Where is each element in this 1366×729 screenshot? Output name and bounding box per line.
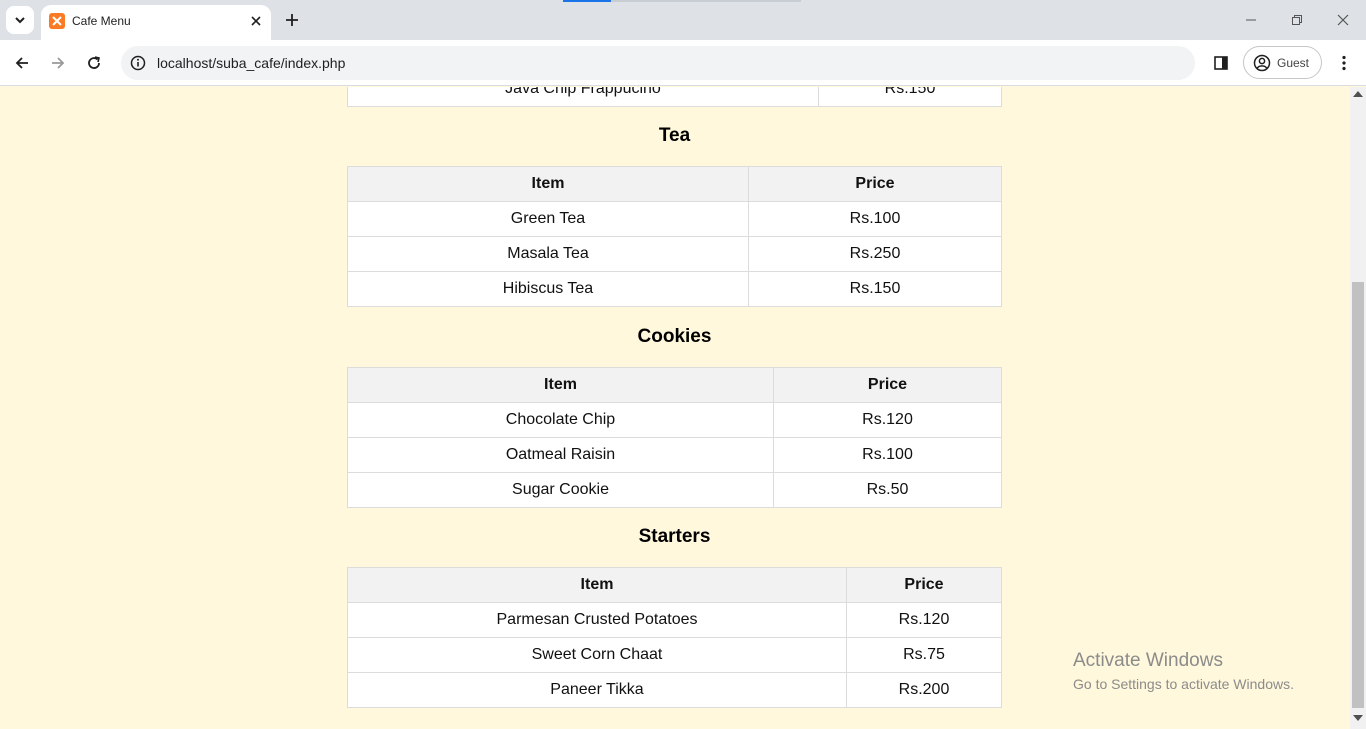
scroll-up-icon[interactable] — [1353, 91, 1363, 97]
table-row: Sugar Cookie Rs.50 — [347, 472, 1002, 508]
profile-button[interactable]: Guest — [1243, 46, 1322, 79]
table-row: Green Tea Rs.100 — [347, 201, 1002, 237]
table-row: Parmesan Crusted Potatoes Rs.120 — [347, 602, 1002, 638]
item-cell: Parmesan Crusted Potatoes — [347, 602, 847, 638]
price-cell: Rs.100 — [773, 437, 1002, 473]
arrow-right-icon — [52, 57, 65, 69]
browser-toolbar: localhost/suba_cafe/index.php Guest — [0, 40, 1366, 86]
tab-title: Cafe Menu — [72, 14, 131, 28]
section-title-tea: Tea — [658, 125, 691, 146]
item-cell: Paneer Tikka — [347, 672, 847, 708]
item-cell: Hibiscus Tea — [347, 271, 749, 307]
item-cell: Masala Tea — [347, 236, 749, 272]
watermark-subtitle: Go to Settings to activate Windows. — [1073, 676, 1294, 692]
minimize-button[interactable] — [1235, 5, 1267, 35]
menu-table-previous: Java Chip Frappucino Rs.150 — [347, 87, 1002, 107]
restore-button[interactable] — [1281, 5, 1313, 35]
new-tab-button[interactable] — [278, 6, 306, 34]
restore-icon — [1292, 15, 1302, 25]
price-cell: Rs.120 — [846, 602, 1002, 638]
forward-button[interactable] — [43, 48, 73, 78]
table-row: Oatmeal Raisin Rs.100 — [347, 437, 1002, 473]
column-header-price: Price — [846, 567, 1002, 603]
section-title-starters: Starters — [638, 526, 711, 547]
side-panel-icon — [1214, 56, 1228, 70]
table-row: Hibiscus Tea Rs.150 — [347, 271, 1002, 307]
price-cell: Rs.150 — [748, 271, 1002, 307]
activation-watermark: Activate Windows Go to Settings to activ… — [1073, 650, 1294, 692]
tab-close-button[interactable] — [247, 12, 265, 30]
xampp-icon — [49, 13, 65, 29]
chevron-down-icon — [15, 17, 25, 24]
price-cell: Rs.250 — [748, 236, 1002, 272]
menu-table-cookies: Item Price Chocolate Chip Rs.120 Oatmeal… — [347, 367, 1002, 508]
address-bar[interactable]: localhost/suba_cafe/index.php — [121, 46, 1195, 80]
table-header-row: Item Price — [347, 166, 1002, 202]
watermark-title: Activate Windows — [1073, 650, 1223, 671]
column-header-item: Item — [347, 567, 847, 603]
table-header-row: Item Price — [347, 567, 1002, 603]
table-header-row: Item Price — [347, 367, 1002, 403]
page-content: Java Chip Frappucino Rs.150 Tea Item Pri… — [0, 87, 1350, 729]
column-header-item: Item — [347, 166, 749, 202]
item-cell: Chocolate Chip — [347, 402, 774, 438]
page-scrollbar[interactable] — [1350, 87, 1366, 729]
menu-table-tea: Item Price Green Tea Rs.100 Masala Tea R… — [347, 166, 1002, 307]
reload-icon — [88, 56, 100, 69]
close-window-button[interactable] — [1327, 5, 1359, 35]
tab-strip: Cafe Menu — [0, 0, 1366, 40]
scroll-down-icon[interactable] — [1353, 715, 1363, 721]
price-cell: Rs.100 — [748, 201, 1002, 237]
close-icon — [251, 16, 261, 26]
browser-tab[interactable]: Cafe Menu — [41, 5, 271, 40]
scrollbar-thumb[interactable] — [1352, 282, 1364, 708]
more-vertical-icon — [1342, 55, 1346, 71]
item-cell: Sugar Cookie — [347, 472, 774, 508]
column-header-price: Price — [748, 166, 1002, 202]
menu-button[interactable] — [1329, 48, 1359, 78]
price-cell: Rs.150 — [818, 87, 1002, 107]
tab-search-button[interactable] — [6, 6, 34, 34]
minimize-icon — [1246, 19, 1256, 21]
column-header-price: Price — [773, 367, 1002, 403]
loading-track — [611, 0, 801, 2]
url-text[interactable]: localhost/suba_cafe/index.php — [157, 55, 345, 71]
plus-icon — [286, 14, 298, 26]
account-icon — [1253, 54, 1271, 71]
price-cell: Rs.75 — [846, 637, 1002, 673]
column-header-item: Item — [347, 367, 774, 403]
price-cell: Rs.50 — [773, 472, 1002, 508]
table-row: Masala Tea Rs.250 — [347, 236, 1002, 272]
item-cell: Sweet Corn Chaat — [347, 637, 847, 673]
item-cell: Oatmeal Raisin — [347, 437, 774, 473]
back-button[interactable] — [7, 48, 37, 78]
close-icon — [1337, 14, 1349, 26]
reload-button[interactable] — [79, 48, 109, 78]
menu-table-starters: Item Price Parmesan Crusted Potatoes Rs.… — [347, 567, 1002, 708]
profile-label: Guest — [1277, 55, 1310, 70]
item-cell: Java Chip Frappucino — [347, 87, 819, 107]
loading-indicator — [563, 0, 611, 2]
section-title-cookies: Cookies — [637, 326, 712, 347]
price-cell: Rs.200 — [846, 672, 1002, 708]
arrow-left-icon — [15, 57, 28, 69]
side-panel-button[interactable] — [1206, 48, 1236, 78]
table-row: Paneer Tikka Rs.200 — [347, 672, 1002, 708]
item-cell: Green Tea — [347, 201, 749, 237]
info-icon[interactable] — [129, 54, 147, 72]
table-row: Java Chip Frappucino Rs.150 — [347, 87, 1002, 107]
price-cell: Rs.120 — [773, 402, 1002, 438]
table-row: Chocolate Chip Rs.120 — [347, 402, 1002, 438]
table-row: Sweet Corn Chaat Rs.75 — [347, 637, 1002, 673]
